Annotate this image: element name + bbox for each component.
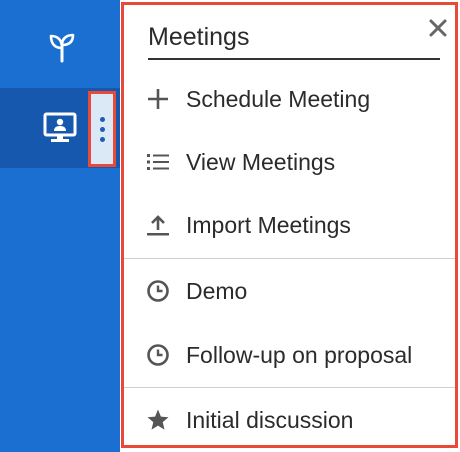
menu-item-label: View Meetings: [186, 148, 336, 175]
menu-divider: [124, 258, 455, 259]
menu-item-label: Demo: [186, 277, 248, 304]
close-button[interactable]: [425, 15, 451, 41]
menu-item-label: Import Meetings: [186, 211, 351, 238]
module-more-button[interactable]: [88, 91, 116, 167]
sidebar: [0, 0, 120, 452]
menu-item-schedule-meeting[interactable]: Schedule Meeting: [124, 71, 455, 127]
clock-icon: [144, 341, 172, 369]
menu-title: Meetings: [148, 23, 440, 60]
list-icon: [144, 148, 172, 176]
sidebar-item-home[interactable]: [34, 26, 90, 70]
star-icon: [144, 406, 172, 434]
recent-item-demo[interactable]: Demo: [124, 263, 455, 319]
menu-item-import-meetings[interactable]: Import Meetings: [124, 197, 455, 253]
recent-item-follow-up-on-proposal[interactable]: Follow-up on proposal: [124, 327, 455, 383]
menu-divider: [124, 387, 455, 388]
vertical-ellipsis-icon: [99, 116, 105, 122]
menu-item-label: Initial discussion: [186, 406, 354, 433]
sprout-icon: [49, 33, 75, 63]
meetings-dropdown-menu: Meetings Schedule Meeting View Meetings: [121, 2, 458, 448]
menu-item-label: Schedule Meeting: [186, 85, 371, 112]
presentation-monitor-icon: [42, 110, 78, 146]
menu-item-label: Follow-up on proposal: [186, 341, 413, 368]
close-icon: [429, 19, 447, 37]
menu-item-view-meetings[interactable]: View Meetings: [124, 134, 455, 190]
plus-icon: [144, 85, 172, 113]
clock-icon: [144, 277, 172, 305]
favorite-item-initial-discussion[interactable]: Initial discussion: [124, 392, 455, 448]
upload-icon: [144, 211, 172, 239]
